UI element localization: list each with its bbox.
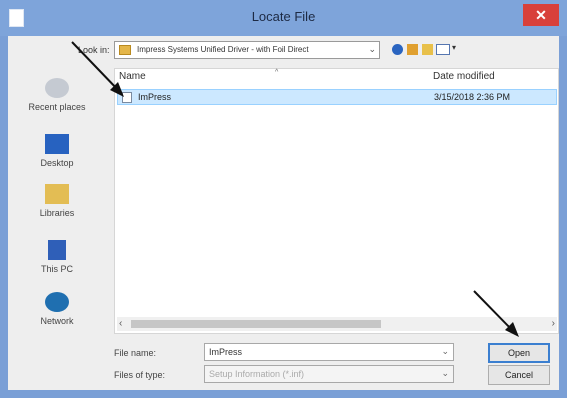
title-bar[interactable]: Locate File ✕	[0, 0, 567, 36]
file-date-cell: 3/15/2018 2:36 PM	[434, 92, 511, 102]
window-title: Locate File	[251, 9, 316, 24]
chevron-down-icon[interactable]: ⌄	[368, 44, 376, 55]
file-name-cell: ImPress	[138, 92, 172, 102]
place-label: This PC	[40, 264, 73, 274]
files-of-type-value: Setup Information (*.inf)	[209, 369, 305, 379]
file-list[interactable]: Name ^ Date modified ImPress 3/15/2018 2…	[114, 68, 559, 334]
file-row[interactable]: ImPress 3/15/2018 2:36 PM	[117, 89, 557, 105]
places-bar: Recent places Desktop Libraries This PC …	[8, 66, 106, 332]
back-icon[interactable]	[392, 44, 403, 55]
close-button[interactable]: ✕	[523, 4, 559, 26]
place-label: Libraries	[39, 208, 75, 218]
libraries-icon	[45, 184, 69, 204]
files-of-type-select[interactable]: Setup Information (*.inf) ⌄	[204, 365, 454, 383]
look-in-dropdown[interactable]: Impress Systems Unified Driver - with Fo…	[114, 41, 380, 59]
chevron-down-icon[interactable]: ⌄	[441, 346, 449, 357]
horizontal-scrollbar[interactable]: ‹ ›	[117, 317, 557, 331]
files-of-type-label: Files of type:	[114, 370, 166, 380]
place-libraries[interactable]: Libraries	[8, 184, 106, 218]
new-folder-icon[interactable]	[422, 44, 433, 55]
look-in-label: Look in:	[78, 45, 110, 55]
place-label: Network	[40, 316, 74, 326]
column-header-date-modified[interactable]: Date modified	[433, 71, 495, 82]
up-folder-icon[interactable]	[407, 44, 418, 55]
setup-file-icon	[122, 92, 132, 103]
desktop-icon	[45, 134, 69, 154]
file-name-label: File name:	[114, 348, 157, 358]
folder-icon	[119, 45, 131, 55]
place-label: Recent places	[28, 102, 86, 112]
file-name-value: ImPress	[209, 347, 243, 357]
place-desktop[interactable]: Desktop	[8, 134, 106, 168]
scrollbar-thumb[interactable]	[131, 320, 381, 328]
locate-file-dialog: Locate File ✕ Look in: Impress Systems U…	[0, 0, 567, 398]
place-this-pc[interactable]: This PC	[8, 240, 106, 274]
network-icon	[45, 292, 69, 312]
scroll-right-icon[interactable]: ›	[552, 318, 555, 329]
sort-ascending-icon: ^	[275, 69, 279, 76]
column-header-name[interactable]: Name	[119, 71, 146, 82]
file-name-input[interactable]: ImPress ⌄	[204, 343, 454, 361]
chevron-down-icon[interactable]: ⌄	[441, 368, 449, 379]
cancel-button[interactable]: Cancel	[488, 365, 550, 385]
recent-places-icon	[45, 78, 69, 98]
place-label: Desktop	[40, 158, 74, 168]
scroll-left-icon[interactable]: ‹	[119, 318, 122, 329]
place-recent-places[interactable]: Recent places	[8, 78, 106, 112]
place-network[interactable]: Network	[8, 292, 106, 326]
views-menu-icon[interactable]	[436, 44, 450, 55]
this-pc-icon	[48, 240, 66, 260]
look-in-value: Impress Systems Unified Driver - with Fo…	[137, 45, 309, 54]
open-button[interactable]: Open	[488, 343, 550, 363]
dialog-body: Look in: Impress Systems Unified Driver …	[8, 36, 559, 390]
views-dropdown-arrow-icon[interactable]: ▾	[452, 43, 456, 52]
